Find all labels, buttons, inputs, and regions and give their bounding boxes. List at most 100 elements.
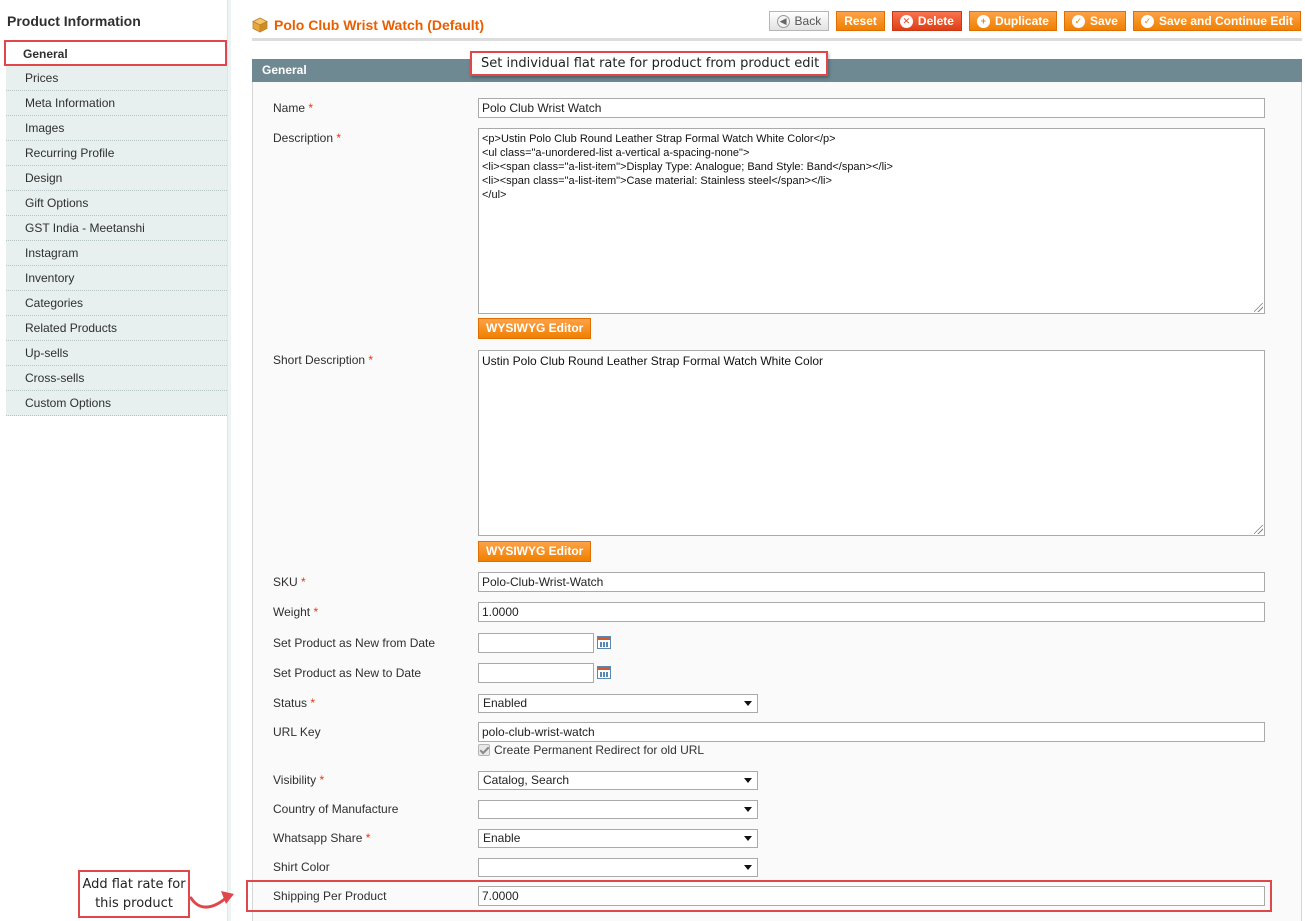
short-description-value: Ustin Polo Club Round Leather Strap Form… [482,354,824,368]
save-and-continue-button-label: Save and Continue Edit [1158,14,1293,28]
shirt-color-label: Shirt Color [273,860,330,874]
sidebar-item-gift-options[interactable]: Gift Options [6,191,227,216]
dropdown-arrow-icon [744,865,752,870]
dropdown-arrow-icon [744,836,752,841]
shipping-per-product-label: Shipping Per Product [273,889,387,903]
status-label: Status * [273,696,315,710]
shipping-per-product-input[interactable]: 7.0000 [478,886,1265,906]
required-marker: * [336,131,342,145]
name-input[interactable]: Polo Club Wrist Watch [478,98,1265,118]
sidebar-item-related-products[interactable]: Related Products [6,316,227,341]
back-button-label: Back [794,14,822,28]
sidebar-item-images[interactable]: Images [6,116,227,141]
status-select[interactable]: Enabled [478,694,758,713]
required-marker: * [365,831,371,845]
description-textarea[interactable]: <p>Ustin Polo Club Round Leather Strap F… [478,128,1265,314]
sidebar-item-inventory[interactable]: Inventory [6,266,227,291]
check-icon: ✓ [1071,14,1085,28]
sidebar-divider [227,0,231,921]
reset-button[interactable]: Reset [836,11,885,31]
required-marker: * [319,773,325,787]
sidebar-item-design[interactable]: Design [6,166,227,191]
visibility-select[interactable]: Catalog, Search [478,771,758,790]
page-title: Polo Club Wrist Watch (Default) [274,17,484,33]
short-description-label-text: Short Description [273,353,366,367]
annotation-callout-bottom: Add flat rate for this product [78,870,190,918]
description-label: Description * [273,131,341,145]
sidebar-tab-list: General Prices Meta Information Images R… [4,40,227,416]
short-description-label: Short Description * [273,353,373,367]
toolbar: ◀ Back Reset ✕ Delete + Duplicate ✓ Save… [768,11,1301,31]
calendar-icon[interactable] [597,666,611,679]
save-button-label: Save [1089,14,1118,28]
arrow-left-icon: ◀ [776,14,790,28]
country-of-manufacture-label: Country of Manufacture [273,802,399,816]
status-label-text: Status [273,696,308,710]
description-wysiwyg-button[interactable]: WYSIWYG Editor [478,318,592,339]
sidebar-item-recurring-profile[interactable]: Recurring Profile [6,141,227,166]
callout-arrow-icon [189,891,234,909]
required-marker: * [308,101,314,115]
calendar-icon[interactable] [597,636,611,649]
url-key-label: URL Key [273,725,321,739]
sidebar-item-general[interactable]: General [4,40,227,66]
url-key-input[interactable]: polo-club-wrist-watch [478,722,1265,742]
new-from-date-label: Set Product as New from Date [273,636,436,650]
permanent-redirect-checkbox[interactable] [478,744,490,756]
sidebar-title: Product Information [7,13,141,29]
sidebar-item-up-sells[interactable]: Up-sells [6,341,227,366]
save-and-continue-button[interactable]: ✓ Save and Continue Edit [1132,11,1301,31]
page-header: Polo Club Wrist Watch (Default) [252,15,484,35]
sidebar-item-prices[interactable]: Prices [6,66,227,91]
reset-button-label: Reset [844,14,877,28]
dropdown-arrow-icon [744,807,752,812]
header-divider [252,38,1302,41]
plus-icon: + [976,14,990,28]
visibility-label: Visibility * [273,773,324,787]
sidebar-item-categories[interactable]: Categories [6,291,227,316]
name-label: Name * [273,101,313,115]
save-button[interactable]: ✓ Save [1063,11,1126,31]
description-label-text: Description [273,131,334,145]
short-description-wysiwyg-button[interactable]: WYSIWYG Editor [478,541,592,562]
sidebar-item-cross-sells[interactable]: Cross-sells [6,366,227,391]
sidebar: Product Information General Prices Meta … [0,0,227,921]
duplicate-button[interactable]: + Duplicate [968,11,1057,31]
dropdown-arrow-icon [744,701,752,706]
dropdown-arrow-icon [744,778,752,783]
new-from-date-input[interactable] [478,633,594,653]
short-description-textarea[interactable]: Ustin Polo Club Round Leather Strap Form… [478,350,1265,536]
sidebar-item-gst-india[interactable]: GST India - Meetanshi [6,216,227,241]
visibility-select-value: Catalog, Search [483,773,570,787]
status-select-value: Enabled [483,696,528,710]
required-marker: * [310,696,316,710]
sku-label: SKU * [273,575,306,589]
close-icon: ✕ [899,14,913,28]
description-value: <p>Ustin Polo Club Round Leather Strap F… [482,133,893,201]
new-to-date-input[interactable] [478,663,594,683]
shirt-color-select[interactable] [478,858,758,877]
weight-label-text: Weight [273,605,311,619]
permanent-redirect-label: Create Permanent Redirect for old URL [494,743,705,757]
delete-button-label: Delete [917,14,954,28]
whatsapp-share-label-text: Whatsapp Share [273,831,363,845]
back-button[interactable]: ◀ Back [768,11,830,31]
permanent-redirect-row: Create Permanent Redirect for old URL [478,743,704,757]
weight-input[interactable]: 1.0000 [478,602,1265,622]
duplicate-button-label: Duplicate [994,14,1049,28]
sidebar-item-instagram[interactable]: Instagram [6,241,227,266]
name-label-text: Name [273,101,306,115]
sidebar-item-custom-options[interactable]: Custom Options [6,391,227,416]
package-icon [252,17,268,33]
resize-handle[interactable] [1254,525,1263,534]
sku-input[interactable]: Polo-Club-Wrist-Watch [478,572,1265,592]
whatsapp-select-value: Enable [483,831,521,845]
sku-label-text: SKU [273,575,298,589]
sidebar-item-meta-information[interactable]: Meta Information [6,91,227,116]
whatsapp-share-select[interactable]: Enable [478,829,758,848]
delete-button[interactable]: ✕ Delete [891,11,962,31]
weight-label: Weight * [273,605,318,619]
resize-handle[interactable] [1254,303,1263,312]
country-of-manufacture-select[interactable] [478,800,758,819]
annotation-callout-top: Set individual flat rate for product fro… [470,51,828,76]
